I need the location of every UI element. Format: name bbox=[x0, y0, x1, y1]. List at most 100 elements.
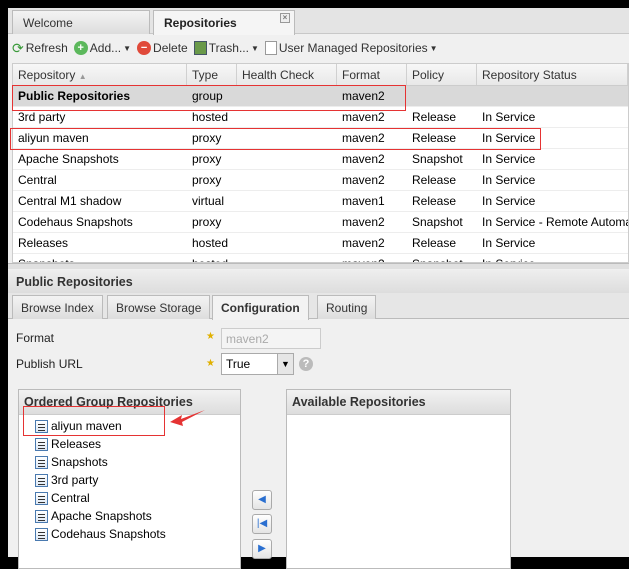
cell-repository: 3rd party bbox=[18, 110, 66, 124]
column-header-repository[interactable]: Repository ▲ bbox=[13, 64, 187, 85]
cell-type: hosted bbox=[192, 110, 229, 124]
tab-routing[interactable]: Routing bbox=[317, 295, 377, 319]
cell-policy: Snapshot bbox=[412, 215, 463, 229]
cell-health-check bbox=[237, 233, 337, 253]
column-header-health-check[interactable]: Health Check bbox=[237, 64, 337, 85]
cell-repository: Releases bbox=[18, 236, 69, 250]
tab-browse-storage[interactable]: Browse Storage bbox=[107, 295, 211, 319]
trash-label: Trash... bbox=[208, 41, 249, 55]
cell-policy: Snapshot bbox=[412, 152, 463, 166]
cell-health-check bbox=[237, 107, 337, 127]
publish-url-select[interactable]: True ▼ bbox=[221, 353, 294, 375]
tab-repositories[interactable]: Repositories × bbox=[153, 10, 295, 35]
list-item-label: Apache Snapshots bbox=[51, 509, 152, 523]
close-icon[interactable]: × bbox=[280, 13, 290, 23]
repository-icon bbox=[35, 419, 48, 433]
cell-format: maven2 bbox=[342, 173, 385, 187]
delete-label: Delete bbox=[153, 41, 188, 55]
toolbar: ⟳ Refresh + Add... ▼ − Delete Trash... ▼ User… bbox=[8, 36, 629, 60]
cell-repository-status: In Service bbox=[482, 110, 536, 124]
cell-type: group bbox=[192, 89, 223, 103]
trash-button[interactable]: Trash... ▼ bbox=[193, 41, 259, 55]
list-item[interactable]: Releases bbox=[19, 435, 240, 453]
column-header-status[interactable]: Repository Status bbox=[477, 64, 628, 85]
annotation-arrow-icon bbox=[170, 410, 205, 426]
format-label: Format bbox=[16, 331, 55, 345]
move-left-button[interactable]: ◀ bbox=[252, 490, 272, 510]
detail-tabs: Browse Index Browse Storage Configuratio… bbox=[8, 293, 629, 320]
cell-type: proxy bbox=[192, 152, 222, 166]
required-star-icon: ★ bbox=[206, 331, 215, 342]
cell-policy: Release bbox=[412, 131, 457, 145]
cell-policy: Release bbox=[412, 173, 457, 187]
cell-repository: Public Repositories bbox=[18, 89, 131, 103]
list-item[interactable]: Snapshots bbox=[19, 453, 240, 471]
move-right-button[interactable]: ▶ bbox=[252, 539, 272, 559]
table-row[interactable]: Central proxy maven2 Release In Service bbox=[13, 170, 628, 191]
table-row[interactable]: Public Repositories group maven2 bbox=[13, 86, 628, 107]
table-row[interactable]: Releases hosted maven2 Release In Service bbox=[13, 233, 628, 254]
delete-icon: − bbox=[137, 41, 152, 55]
repository-icon bbox=[35, 509, 48, 523]
repositories-grid: Repository ▲ Type Health Check Format Po… bbox=[12, 63, 629, 263]
cell-repository: Central M1 shadow bbox=[18, 194, 122, 208]
add-button[interactable]: + Add... ▼ bbox=[73, 41, 132, 55]
table-row[interactable]: 3rd party hosted maven2 Release In Service bbox=[13, 107, 628, 128]
cell-health-check bbox=[237, 149, 337, 169]
list-item[interactable]: Central bbox=[19, 489, 240, 507]
refresh-button[interactable]: ⟳ Refresh bbox=[12, 40, 68, 57]
cell-format: maven1 bbox=[342, 194, 385, 208]
cell-format: maven2 bbox=[342, 152, 385, 166]
list-item-label: 3rd party bbox=[51, 473, 99, 487]
header-label: Repository bbox=[18, 68, 76, 82]
table-row[interactable]: Snapshotshosted maven2SnapshotIn Service bbox=[13, 254, 628, 262]
cell-policy: Snapshot bbox=[407, 254, 477, 262]
chevron-down-icon: ▼ bbox=[123, 43, 132, 53]
cell-type: proxy bbox=[192, 131, 222, 145]
refresh-label: Refresh bbox=[25, 41, 68, 55]
cell-format: maven2 bbox=[342, 131, 385, 145]
cell-health-check bbox=[237, 86, 337, 106]
column-header-type[interactable]: Type bbox=[187, 64, 237, 85]
column-header-format[interactable]: Format bbox=[337, 64, 407, 85]
column-header-policy[interactable]: Policy bbox=[407, 64, 477, 85]
list-item-label: Codehaus Snapshots bbox=[51, 527, 166, 541]
grid-header: Repository ▲ Type Health Check Format Po… bbox=[13, 64, 628, 86]
user-managed-label: User Managed Repositories bbox=[278, 41, 428, 55]
tab-configuration[interactable]: Configuration bbox=[212, 295, 309, 320]
user-managed-repositories-button[interactable]: User Managed Repositories ▼ bbox=[264, 41, 438, 55]
delete-button[interactable]: − Delete bbox=[137, 41, 188, 55]
cell-policy: Release bbox=[412, 110, 457, 124]
sort-asc-icon: ▲ bbox=[78, 72, 87, 81]
cell-format: maven2 bbox=[342, 236, 385, 250]
add-label: Add... bbox=[89, 41, 122, 55]
list-item-label: Releases bbox=[51, 437, 102, 451]
available-repositories: Available Repositories bbox=[286, 389, 511, 569]
panel-title: Public Repositories bbox=[8, 270, 629, 293]
table-row[interactable]: Central M1 shadow virtual maven1 Release In … bbox=[13, 191, 628, 212]
cell-repository: Apache Snapshots bbox=[18, 152, 119, 166]
splitter[interactable] bbox=[8, 263, 629, 269]
table-row[interactable]: aliyun maven proxy maven2 Release In Service bbox=[13, 128, 628, 149]
cell-health-check bbox=[237, 128, 337, 148]
help-icon[interactable]: ? bbox=[299, 357, 313, 371]
chevron-down-icon: ▼ bbox=[250, 43, 259, 53]
cell-type: virtual bbox=[192, 194, 225, 208]
table-row[interactable]: Apache Snapshots proxy maven2 Snapshot In Se… bbox=[13, 149, 628, 170]
tab-welcome[interactable]: Welcome bbox=[12, 10, 150, 34]
cell-type: proxy bbox=[192, 215, 222, 229]
list-item-label: Snapshots bbox=[51, 455, 108, 469]
list-item[interactable]: Codehaus Snapshots bbox=[19, 525, 240, 543]
move-all-left-button[interactable]: |◀ bbox=[252, 514, 272, 534]
table-row[interactable]: Codehaus Snapshots proxy maven2 Snapshot In … bbox=[13, 212, 628, 233]
cell-repository-status: In Service bbox=[482, 152, 536, 166]
format-field: maven2 bbox=[221, 328, 321, 349]
tab-browse-index[interactable]: Browse Index bbox=[12, 295, 103, 319]
chevron-down-icon: ▼ bbox=[429, 43, 438, 53]
cell-repository-status: In Service bbox=[477, 254, 628, 262]
list-item[interactable]: 3rd party bbox=[19, 471, 240, 489]
nexus-window: Welcome Repositories × ⟳ Refresh + Add... ▼ … bbox=[8, 8, 629, 569]
cell-repository-status: In Service bbox=[482, 194, 536, 208]
list-item[interactable]: Apache Snapshots bbox=[19, 507, 240, 525]
add-icon: + bbox=[73, 41, 88, 55]
